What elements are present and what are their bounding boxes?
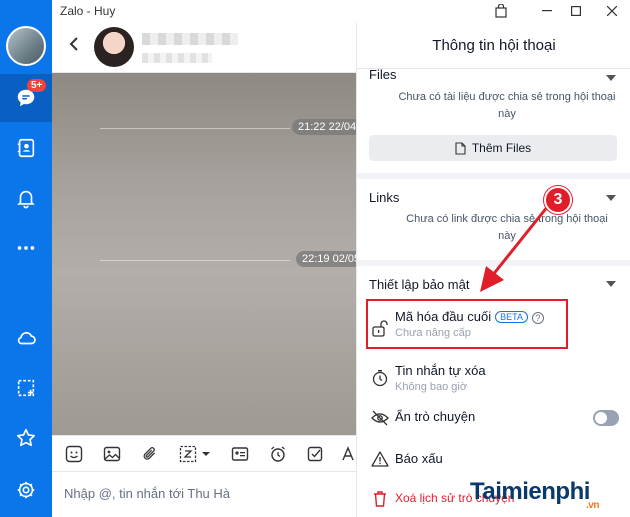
image-icon[interactable]: [102, 444, 122, 464]
message-input[interactable]: [64, 486, 344, 501]
add-files-button[interactable]: Thêm Files: [369, 135, 617, 161]
avatar[interactable]: [6, 26, 46, 66]
chevron-down-icon[interactable]: [606, 281, 616, 287]
section-divider: [357, 173, 630, 179]
unread-badge: 5+: [27, 79, 47, 92]
sticker-icon[interactable]: [64, 444, 84, 464]
self-destruct-status: Không bao giờ: [395, 381, 468, 393]
bell-icon: [17, 190, 35, 209]
nav-more[interactable]: [0, 224, 52, 272]
trash-icon: [374, 491, 386, 507]
timer-icon: [372, 370, 388, 387]
chat-messages-area[interactable]: 21:22 22/04 22:19 02/05: [52, 73, 367, 435]
nav-cloud[interactable]: [0, 314, 52, 362]
hide-chat-row: Ẩn trò chuyện: [369, 405, 619, 441]
self-destruct-row[interactable]: Tin nhắn tự xóa Không bao giờ: [369, 361, 619, 397]
alarm-clock-icon[interactable]: [268, 444, 288, 464]
left-nav: 5+: [0, 0, 52, 517]
star-icon: [16, 428, 36, 447]
close-button[interactable]: [600, 2, 624, 20]
eye-off-icon: [371, 410, 389, 426]
nav-screenshot[interactable]: [0, 364, 52, 412]
files-empty-text: Chưa có tài liệu được chia sẻ trong hội …: [398, 91, 616, 120]
security-section-title[interactable]: Thiết lập bảo mật: [369, 277, 469, 292]
files-section-title[interactable]: Files: [369, 67, 396, 82]
attachment-icon[interactable]: [140, 444, 160, 464]
text-format-icon[interactable]: [342, 444, 354, 464]
back-arrow-icon[interactable]: [68, 35, 80, 58]
hide-chat-toggle[interactable]: [593, 410, 619, 426]
divider: [100, 128, 290, 129]
nav-contacts[interactable]: [0, 124, 52, 172]
composer-toolbar: [52, 435, 358, 471]
panel-title: Thông tin hội thoại: [357, 23, 630, 69]
warning-icon: [371, 451, 389, 467]
hide-chat-label: Ẩn trò chuyện: [395, 409, 476, 424]
links-section-title[interactable]: Links: [369, 190, 399, 205]
timestamp: 21:22 22/04: [292, 119, 363, 135]
highlight-box: [366, 299, 568, 349]
chat-header: [52, 23, 358, 73]
title-bar: Zalo - Huy: [0, 0, 630, 23]
chevron-down-icon[interactable]: [606, 75, 616, 81]
watermark-logo: Taimienphi .vn: [470, 478, 599, 511]
nav-messages[interactable]: 5+: [0, 74, 52, 122]
window-title: Zalo - Huy: [60, 4, 116, 18]
gear-icon: [17, 481, 35, 499]
step-number-badge: 3: [544, 186, 572, 214]
screenshot-tool-icon[interactable]: [178, 444, 214, 464]
cloud-icon: [17, 331, 36, 345]
bag-icon[interactable]: [489, 2, 513, 20]
divider: [100, 260, 290, 261]
chevron-down-icon[interactable]: [606, 195, 616, 201]
screenshot-icon: [17, 379, 35, 397]
watermark-suffix: .vn: [586, 500, 599, 511]
nav-notifications[interactable]: [0, 174, 52, 222]
task-icon[interactable]: [306, 444, 326, 464]
nav-favorites[interactable]: [0, 414, 52, 462]
minimize-button[interactable]: [535, 2, 559, 20]
contact-status-blurred: [142, 53, 212, 63]
file-icon: [455, 141, 466, 155]
maximize-button[interactable]: [564, 2, 588, 20]
add-files-label: Thêm Files: [471, 141, 532, 155]
contact-name-blurred: [142, 33, 238, 45]
contact-avatar[interactable]: [94, 27, 134, 67]
report-label: Báo xấu: [395, 451, 443, 466]
message-composer: [52, 471, 358, 517]
watermark-text: Taimienphi: [470, 478, 590, 505]
more-icon: [17, 246, 35, 250]
self-destruct-label: Tin nhắn tự xóa: [395, 363, 486, 378]
business-card-icon[interactable]: [230, 444, 250, 464]
contacts-icon: [17, 138, 35, 158]
nav-settings[interactable]: [0, 466, 52, 514]
